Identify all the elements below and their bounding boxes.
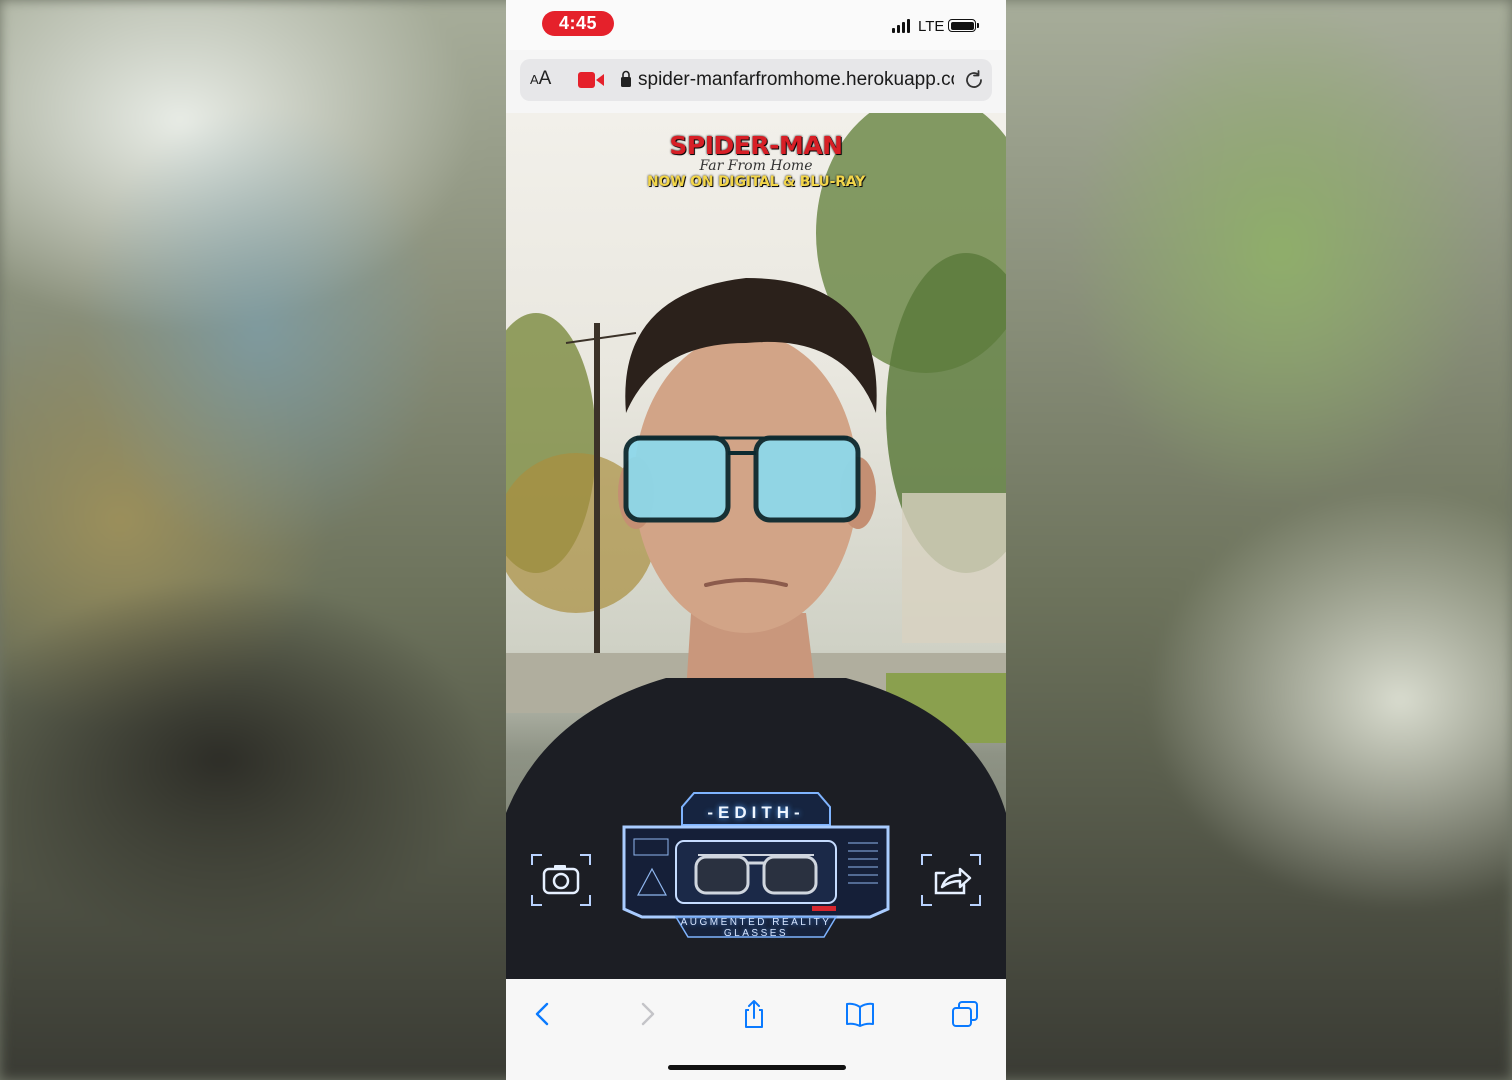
battery-icon — [948, 19, 979, 32]
reload-icon[interactable] — [963, 69, 985, 91]
status-bar: 4:45 LTE — [506, 0, 1006, 50]
url-text[interactable]: spider-manfarfromhome.herokuapp.com — [638, 69, 954, 91]
hud-subtitle: AUGMENTED REALITY GLASSES — [616, 917, 896, 939]
home-indicator[interactable] — [668, 1065, 846, 1070]
text-size-button[interactable]: AA — [530, 68, 551, 90]
ar-camera-view[interactable]: SPIDER-MAN Far From Home NOW ON DIGITAL … — [506, 113, 1006, 979]
hud-subtitle-line1: AUGMENTED REALITY — [680, 917, 832, 928]
logo-title: SPIDER-MAN — [669, 131, 843, 160]
camera-in-use-icon[interactable] — [578, 72, 604, 88]
browser-toolbar — [506, 979, 1006, 1080]
back-icon[interactable] — [528, 999, 558, 1029]
text-size-small: A — [530, 72, 539, 87]
lock-icon — [621, 70, 631, 87]
movie-logo: SPIDER-MAN Far From Home NOW ON DIGITAL … — [506, 131, 1006, 190]
share-icon[interactable] — [739, 999, 769, 1029]
bookmarks-icon[interactable] — [845, 999, 875, 1029]
hud-title: -EDITH- — [707, 803, 805, 822]
hud-subtitle-line2: GLASSES — [723, 928, 789, 939]
logo-tagline: NOW ON DIGITAL & BLU-RAY — [646, 174, 866, 190]
edith-hud-panel: -EDITH- AUGMENTED REALITY GLASSES — [616, 785, 896, 945]
camera-capture-button[interactable] — [530, 853, 592, 907]
tabs-icon[interactable] — [950, 999, 980, 1029]
text-size-large: A — [538, 68, 552, 89]
forward-icon[interactable] — [632, 999, 662, 1029]
status-time[interactable]: 4:45 — [542, 11, 614, 36]
signal-icon — [892, 19, 910, 33]
logo-subtitle: Far From Home — [699, 158, 813, 174]
share-capture-button[interactable] — [920, 853, 982, 907]
phone-screen: 4:45 LTE AA spider-manfarfromhome.heroku… — [506, 0, 1006, 1080]
address-bar[interactable]: AA spider-manfarfromhome.herokuapp.com — [520, 59, 992, 101]
network-label: LTE — [918, 18, 945, 35]
